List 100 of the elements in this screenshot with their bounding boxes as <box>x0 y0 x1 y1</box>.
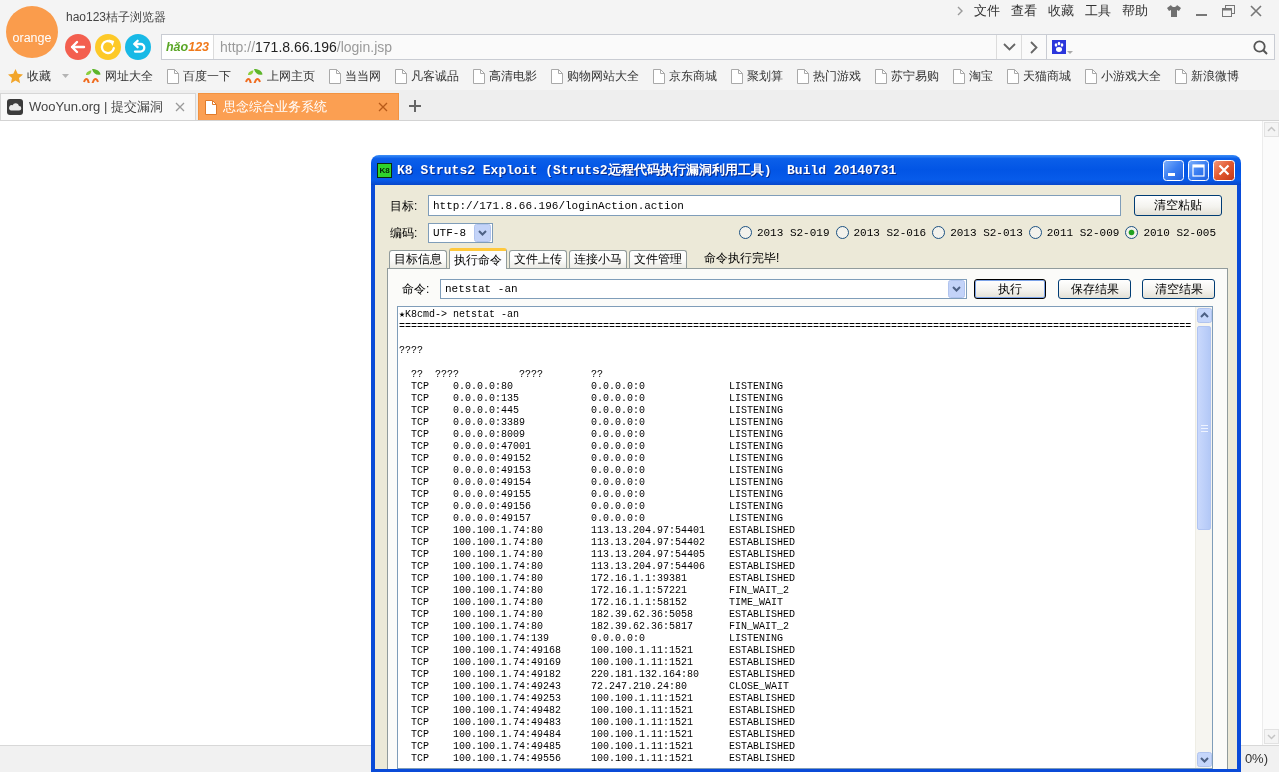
bookmark-link[interactable]: 上网主页 <box>245 67 315 85</box>
page-icon <box>205 99 217 115</box>
protocol-text: TCP <box>411 657 430 669</box>
menu-item[interactable]: 查看 <box>1011 3 1037 19</box>
bookmark-link[interactable]: 天猫商城 <box>1007 67 1071 85</box>
close-icon[interactable] <box>175 102 185 112</box>
column-header: ???? <box>519 369 544 381</box>
bookmark-link[interactable]: 小游戏大全 <box>1085 67 1161 85</box>
state-text: LISTENING <box>729 429 784 441</box>
foreign-address-text: 0.0.0.0:0 <box>591 393 646 405</box>
chevron-right-icon[interactable] <box>957 6 963 16</box>
bookmark-link[interactable]: 购物网站大全 <box>551 67 639 85</box>
state-text: LISTENING <box>729 489 784 501</box>
tab[interactable]: 目标信息 <box>389 250 447 268</box>
local-address-text: 0.0.0.0:49155 <box>453 489 532 501</box>
restore-icon[interactable] <box>1222 5 1235 17</box>
bookmark-link[interactable]: 新浪微博 <box>1175 67 1239 85</box>
bookmark-link[interactable]: 苏宁易购 <box>875 67 939 85</box>
state-text: LISTENING <box>729 513 784 525</box>
maximize-icon[interactable] <box>1188 159 1209 181</box>
protocol-text: TCP <box>411 729 430 741</box>
bookmark-link[interactable]: 高清电影 <box>473 67 537 85</box>
bookmark-link[interactable]: 百度一下 <box>167 67 231 85</box>
radio-button[interactable] <box>1125 226 1139 239</box>
state-text: ESTABLISHED <box>729 609 796 621</box>
radio-button[interactable] <box>738 226 752 239</box>
command-field[interactable]: netstat -an <box>440 279 967 299</box>
shirt-icon[interactable] <box>1167 5 1181 17</box>
bookmark-link[interactable]: 凡客诚品 <box>395 67 459 85</box>
paw-icon[interactable] <box>1052 40 1066 54</box>
protocol-text: TCP <box>411 753 430 765</box>
scroll-down-icon[interactable] <box>1197 752 1212 767</box>
leaf-icon <box>83 69 101 83</box>
bookmark-link[interactable]: 淘宝 <box>953 67 993 85</box>
chevron-right-icon[interactable] <box>1030 40 1038 54</box>
clear-results-button[interactable]: 清空结果 <box>1142 279 1215 299</box>
bookmark-link[interactable]: 当当网 <box>329 67 381 85</box>
caret-icon[interactable] <box>1067 50 1073 54</box>
tab[interactable]: 执行命令 <box>449 248 507 269</box>
back-icon[interactable] <box>65 34 91 60</box>
radio-button[interactable] <box>932 226 946 239</box>
state-text: LISTENING <box>729 477 784 489</box>
page-icon <box>875 68 887 84</box>
tab[interactable]: 文件管理 <box>629 250 687 268</box>
app-icon: K8 <box>377 162 392 178</box>
radio-label[interactable]: 2011 S2-009 <box>1046 226 1120 239</box>
protocol-text: TCP <box>411 441 430 453</box>
radio-label[interactable]: 2010 S2-005 <box>1143 226 1216 239</box>
local-address-text: 100.100.1.74:49482 <box>453 705 563 717</box>
menu-item[interactable]: 收藏 <box>1048 3 1074 19</box>
save-results-button[interactable]: 保存结果 <box>1058 279 1131 299</box>
tab[interactable]: 文件上传 <box>509 250 567 268</box>
close-icon[interactable] <box>1250 5 1262 17</box>
radio-label[interactable]: 2013 S2-019 <box>756 226 830 239</box>
scrollbar-thumb[interactable] <box>1197 326 1211 530</box>
state-text: ESTABLISHED <box>729 753 796 765</box>
encoding-select[interactable]: UTF-8 <box>428 222 493 243</box>
protocol-text: TCP <box>411 381 430 393</box>
search-icon[interactable] <box>1253 39 1268 55</box>
clear-paste-button[interactable]: 清空粘贴 <box>1134 195 1222 216</box>
state-text: ESTABLISHED <box>729 657 796 669</box>
chevron-down-icon[interactable] <box>1002 43 1016 51</box>
undo-icon[interactable] <box>125 34 151 60</box>
search-field[interactable] <box>1047 34 1275 60</box>
menu-item[interactable]: 帮助 <box>1122 3 1148 19</box>
status-text: 0%) <box>1244 750 1268 769</box>
page-icon <box>1175 68 1187 84</box>
tab[interactable]: 连接小马 <box>569 250 627 268</box>
bookmark-link[interactable]: 聚划算 <box>731 67 783 85</box>
minimize-icon[interactable] <box>1163 159 1184 181</box>
local-address-text: 100.100.1.74:139 <box>453 633 550 645</box>
execute-button[interactable]: 执行 <box>974 279 1046 299</box>
scroll-up-icon[interactable] <box>1197 308 1212 323</box>
status-message: 命令执行完毕! <box>704 249 780 267</box>
bookmark-link[interactable]: 京东商城 <box>653 67 717 85</box>
menu-item[interactable]: 工具 <box>1085 3 1111 19</box>
radio-button[interactable] <box>835 226 849 239</box>
menu-item[interactable]: 文件 <box>974 3 1000 19</box>
radio-button[interactable] <box>1028 226 1042 239</box>
local-address-text: 0.0.0.0:80 <box>453 381 514 393</box>
local-address-text: 0.0.0.0:49154 <box>453 477 532 489</box>
protocol-text: TCP <box>411 585 430 597</box>
separator-line: ==================================================================================================================================== <box>399 321 1193 333</box>
foreign-address-text: 0.0.0.0:0 <box>591 441 646 453</box>
target-url-field[interactable]: http://171.8.66.196/loginAction.action <box>428 195 1121 216</box>
protocol-text: TCP <box>411 573 430 585</box>
foreign-address-text: 100.100.1.11:1521 <box>591 753 695 765</box>
state-text: ESTABLISHED <box>729 669 796 681</box>
close-icon[interactable] <box>378 102 388 112</box>
state-text: LISTENING <box>729 405 784 417</box>
radio-label[interactable]: 2013 S2-016 <box>853 226 927 239</box>
favorites-menu[interactable]: 收藏 <box>8 67 51 85</box>
local-address-text: 0.0.0.0:8009 <box>453 429 526 441</box>
plus-icon[interactable] <box>409 100 421 112</box>
bookmark-link[interactable]: 热门游戏 <box>797 67 861 85</box>
protocol-text: TCP <box>411 513 430 525</box>
browser-tab[interactable]: WooYun.org | 提交漏洞 <box>0 93 196 120</box>
radio-label[interactable]: 2013 S2-013 <box>950 226 1023 239</box>
bookmark-link[interactable]: 网址大全 <box>83 67 153 85</box>
address-field[interactable]: http://171.8.66.196/login.jsp <box>214 35 996 59</box>
